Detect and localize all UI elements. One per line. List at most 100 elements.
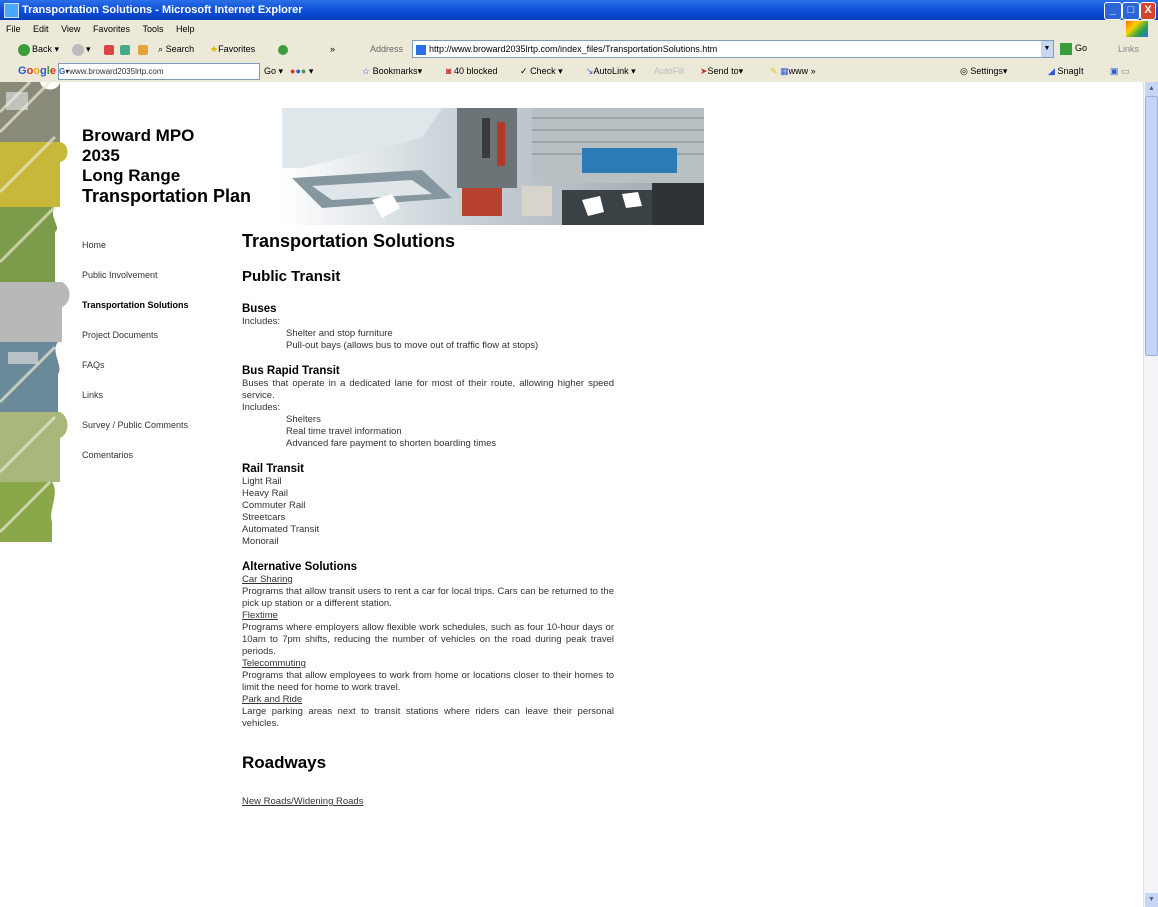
buses-includes: Includes: — [242, 316, 281, 327]
media-icon — [278, 44, 288, 55]
popup-blocker-button[interactable]: ◙ 40 blocked — [446, 64, 498, 78]
list-item: Heavy Rail — [242, 488, 288, 499]
settings-button[interactable]: ◎ Settings▾ — [960, 64, 1007, 78]
window-title: Transportation Solutions - Microsoft Int… — [22, 4, 303, 16]
menu-edit[interactable]: Edit — [33, 24, 49, 34]
back-arrow-icon — [18, 43, 30, 56]
refresh-button[interactable] — [120, 42, 132, 56]
snagit-button[interactable]: ◢ SnagIt — [1048, 64, 1083, 78]
sendto-icon: ➤ — [700, 66, 708, 76]
maximize-button[interactable]: □ — [1122, 2, 1140, 20]
home-button[interactable] — [138, 42, 150, 56]
vertical-scrollbar[interactable]: ▲ ▼ — [1143, 82, 1158, 907]
list-item: Monorail — [242, 536, 279, 547]
google-go-button[interactable]: Go ▾ — [264, 64, 283, 78]
nav-comentarios[interactable]: Comentarios — [82, 450, 133, 460]
park-and-ride-description: Large parking areas next to transit stat… — [242, 706, 614, 729]
forward-button[interactable]: ▾ — [72, 42, 91, 56]
list-item: Automated Transit — [242, 524, 320, 535]
home-icon — [138, 44, 148, 55]
brand-line-2: 2035 — [82, 146, 120, 165]
menu-view[interactable]: View — [61, 24, 80, 34]
scroll-up-icon[interactable]: ▲ — [1145, 82, 1158, 96]
google-logo[interactable]: Google — [18, 64, 56, 78]
spellcheck-button[interactable]: ✓ Check ▾ — [520, 64, 563, 78]
menu-help[interactable]: Help — [176, 24, 195, 34]
google-shortcut-icons[interactable]: ●●● ▾ — [290, 64, 313, 78]
address-dropdown-icon[interactable]: ▼ — [1041, 41, 1053, 57]
menu-favorites[interactable]: Favorites — [93, 24, 130, 34]
brand-line-4: Transportation Plan — [82, 186, 252, 206]
car-sharing-link[interactable]: Car Sharing — [242, 574, 614, 586]
flextime-link[interactable]: Flextime — [242, 610, 614, 622]
autofill-button[interactable]: AutoFill — [654, 64, 684, 78]
bookmarks-button[interactable]: ☆ Bookmarks▾ — [362, 64, 422, 78]
car-sharing-description: Programs that allow transit users to ren… — [242, 586, 614, 609]
telecommuting-description: Programs that allow employees to work fr… — [242, 670, 614, 693]
minimize-button[interactable]: _ — [1104, 2, 1122, 20]
new-roads-link[interactable]: New Roads/Widening Roads — [242, 796, 614, 808]
back-button[interactable]: Back ▾ — [18, 42, 59, 56]
autolink-icon: ↘ — [586, 66, 594, 76]
stop-icon — [104, 44, 114, 55]
snagit-icon: ◢ — [1048, 66, 1055, 76]
flextime-description: Programs where employers allow flexible … — [242, 622, 614, 657]
menu-file[interactable]: File — [6, 24, 21, 34]
puzzle-strip-image — [0, 82, 70, 542]
favorites-button[interactable]: ★Favorites — [210, 42, 255, 56]
google-search-input[interactable]: G▾www.broward2035lrtp.com — [58, 63, 260, 80]
menu-tools[interactable]: Tools — [142, 24, 163, 34]
forward-arrow-icon — [72, 43, 84, 56]
nav-public-involvement[interactable]: Public Involvement — [82, 270, 158, 280]
telecommuting-link[interactable]: Telecommuting — [242, 658, 614, 670]
nav-transportation-solutions[interactable]: Transportation Solutions — [82, 300, 189, 310]
bookmark-star-icon: ☆ — [362, 66, 371, 76]
rail-heading: Rail Transit — [242, 463, 304, 475]
buses-section: Buses Includes: Shelter and stop furnitu… — [242, 302, 614, 352]
brt-heading: Bus Rapid Transit — [242, 365, 340, 377]
blocker-icon: ◙ — [446, 66, 452, 76]
snagit-window-icon[interactable]: ▣ ▭ — [1110, 64, 1130, 78]
check-icon: ✓ — [520, 66, 528, 76]
settings-icon: ◎ — [960, 66, 968, 76]
star-icon: ★ — [210, 44, 219, 54]
nav-home[interactable]: Home — [82, 240, 106, 250]
alternative-solutions-section: Alternative Solutions Car Sharing Progra… — [242, 560, 614, 730]
stop-button[interactable] — [104, 42, 116, 56]
brand-line-1: Broward MPO — [82, 126, 195, 145]
nav-links[interactable]: Links — [82, 390, 103, 400]
list-item: Streetcars — [242, 512, 286, 523]
scroll-thumb[interactable] — [1145, 96, 1158, 356]
list-item: Shelter and stop furniture — [286, 328, 393, 339]
toolbar-more[interactable]: » — [330, 42, 335, 56]
address-bar[interactable]: http://www.broward2035lrtp.com/index_fil… — [412, 40, 1054, 58]
menu-bar: File Edit View Favorites Tools Help — [0, 20, 1158, 39]
highlighter-icon: ✎ — [770, 66, 778, 76]
autolink-button[interactable]: ↘AutoLink ▾ — [586, 64, 636, 78]
close-button[interactable]: X — [1140, 2, 1156, 20]
google-toolbar: Google G▾www.broward2035lrtp.com Go ▾ ●●… — [0, 60, 1158, 83]
list-item: Light Rail — [242, 476, 282, 487]
scroll-down-icon[interactable]: ▼ — [1145, 893, 1158, 907]
sendto-button[interactable]: ➤Send to▾ — [700, 64, 743, 78]
ie-icon — [4, 3, 19, 18]
site-brand: Broward MPO 2035 Long Range Transportati… — [82, 126, 251, 206]
nav-faqs[interactable]: FAQs — [82, 360, 105, 370]
page-title: Transportation Solutions — [242, 231, 456, 251]
media-button[interactable] — [278, 42, 290, 56]
nav-project-documents[interactable]: Project Documents — [82, 330, 158, 340]
public-transit-heading: Public Transit — [242, 268, 341, 285]
go-button[interactable]: Go — [1060, 41, 1087, 55]
buses-heading: Buses — [242, 303, 277, 315]
title-bar: Transportation Solutions - Microsoft Int… — [0, 0, 1158, 20]
list-item: Real time travel information — [286, 426, 402, 437]
park-and-ride-link[interactable]: Park and Ride — [242, 694, 614, 706]
brand-line-3: Long Range — [82, 166, 181, 185]
search-button[interactable]: ⌕ Search — [158, 42, 194, 56]
highlight-button[interactable]: ✎ ▦www » — [770, 64, 816, 78]
standard-toolbar: Back ▾ ▾ ⌕ Search ★Favorites » Address h… — [0, 38, 1158, 61]
nav-survey-public-comments[interactable]: Survey / Public Comments — [82, 420, 188, 430]
main-article: Transportation Solutions Public Transit … — [242, 230, 614, 808]
links-button[interactable]: Links — [1118, 42, 1139, 56]
page-icon — [416, 44, 426, 55]
